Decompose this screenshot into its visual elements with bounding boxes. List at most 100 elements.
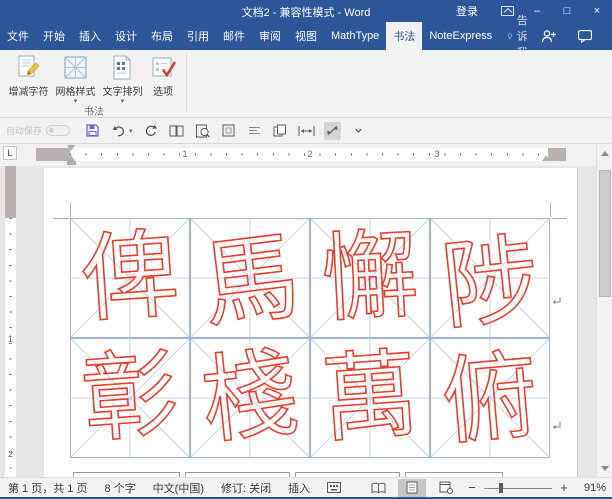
track-changes-indicator[interactable]: 修订: 关闭 [221,480,271,496]
calligraphy-character: 懈 [318,221,421,334]
horizontal-ruler[interactable]: 1 2 3 [36,148,566,161]
options-icon [152,57,176,78]
read-mode-view-button[interactable] [364,479,392,497]
language-indicator[interactable]: 中文(中国) [153,480,204,496]
calligraphy-cell[interactable]: 俯 [430,338,550,458]
read-mode-icon [371,482,385,493]
button-label: 文字排列 [102,87,143,98]
tab-file[interactable]: 文件 [0,22,36,50]
word-window: 文档2 - 兼容性模式 - Word 登录 – □ × 文件 开始 插入 设计 … [0,0,612,499]
undo-icon [112,125,124,136]
overlapping-pages-icon [273,124,287,137]
tab-mailings[interactable]: 邮件 [216,22,252,50]
crop-mark [552,218,567,219]
ruler-number: 2 [7,449,13,459]
page-indicator[interactable]: 第 1 页，共 1 页 [8,480,87,496]
ruler-ticks [9,218,12,477]
comments-icon[interactable] [578,29,593,43]
ribbon-group-calligraphy: 增减字符 网格样式 ▾ 文字排列 ▾ 选项 书法 [2,50,186,118]
scrollbar-thumb[interactable] [599,170,611,297]
character-width-button[interactable] [298,122,315,140]
calligraphy-cell[interactable]: 棧 [190,338,310,458]
ruler-row: L 1 2 3 [0,144,612,166]
text-arrangement-button[interactable]: 文字排列 ▾ [100,53,145,105]
redo-button[interactable] [142,122,159,140]
calligraphy-cell[interactable]: 萬 [310,338,430,458]
tab-calligraphy[interactable]: 书法 [386,22,423,50]
calligraphy-character: 俯 [437,341,544,458]
grid-style-button[interactable]: 网格样式 ▾ [53,53,98,105]
toggle-adjust-button[interactable] [323,121,341,140]
options-button[interactable]: 选项 [147,53,179,98]
paragraph-marks-button[interactable] [246,122,263,140]
tell-me[interactable]: 告诉我 [499,15,541,59]
zoom-slider-track [484,487,552,489]
web-layout-view-button[interactable] [432,479,460,497]
tab-references[interactable]: 引用 [180,22,216,50]
zoom-in-button[interactable]: + [558,480,570,495]
save-button[interactable] [84,122,101,140]
word-count[interactable]: 8 个字 [104,480,135,496]
vertical-scrollbar[interactable] [596,144,612,477]
print-preview-button[interactable] [194,122,211,140]
calligraphy-character: 棧 [196,338,304,456]
share-person-icon[interactable] [541,29,557,43]
adjust-characters-icon [18,55,40,77]
calligraphy-cell[interactable]: 懈 [310,218,430,338]
ribbon-tabs: 文件 开始 插入 设计 布局 引用 邮件 审阅 视图 MathType 书法 N… [0,15,612,59]
web-layout-icon [439,481,453,494]
vertical-ruler[interactable]: 1 2 [5,166,16,477]
button-label: 网格样式 [55,87,96,98]
tab-mathtype[interactable]: MathType [324,22,386,50]
copy-format-button[interactable] [272,122,289,140]
grid-style-icon [64,56,87,79]
insert-mode-indicator[interactable]: 插入 [288,480,310,496]
close-button[interactable]: × [582,0,612,22]
ribbon: 增减字符 网格样式 ▾ 文字排列 ▾ 选项 书法 [0,50,612,118]
maximize-button[interactable]: □ [552,0,582,22]
read-mode-button[interactable] [168,122,185,140]
zoom-slider[interactable] [484,479,552,497]
diagonal-arrows-icon [326,125,338,136]
tab-selector[interactable]: L [3,146,17,160]
zoom-level[interactable]: 91% [576,482,606,494]
paragraph-lines-icon [248,126,260,134]
calligraphy-character: 萬 [318,340,423,455]
text-arrangement-icon [113,55,131,80]
autosave-label: 自动保存 [6,126,43,136]
first-line-indent-marker[interactable] [67,145,75,151]
calligraphy-cell[interactable]: 陟 [430,218,550,342]
print-layout-view-button[interactable] [398,478,426,497]
adjust-characters-button[interactable]: 增减字符 [6,53,51,98]
undo-button[interactable] [110,122,127,140]
customize-qat-button[interactable] [350,122,367,140]
calligraphy-cell[interactable]: 彰 [70,338,190,458]
tab-design[interactable]: 设计 [108,22,144,50]
print-layout-icon [406,481,418,494]
calligraphy-grid: 俾 馬 懈 陟 彰 棧 萬 俯 [70,218,550,458]
document-page[interactable]: 俾 馬 懈 陟 彰 棧 萬 俯 [44,168,578,477]
input-panel-icon[interactable] [327,482,342,493]
scroll-up-button[interactable] [597,145,612,161]
page-borders-button[interactable] [220,122,237,140]
zoom-out-button[interactable]: − [466,480,478,495]
ribbon-group-label: 书法 [84,107,104,118]
tab-noteexpress[interactable]: NoteExpress [422,22,499,50]
tab-insert[interactable]: 插入 [72,22,108,50]
zoom-slider-thumb[interactable] [499,482,503,493]
calligraphy-cell[interactable]: 馬 [190,218,310,341]
status-bar: 第 1 页，共 1 页 8 个字 中文(中国) 修订: 关闭 插入 − + 91… [0,477,612,497]
signin-button[interactable]: 登录 [442,3,492,19]
undo-dropdown-icon[interactable]: ▾ [129,127,133,135]
button-label: 选项 [153,87,173,98]
tab-layout[interactable]: 布局 [144,22,180,50]
ruler-number: 3 [434,149,440,159]
right-indent-marker[interactable] [542,155,550,161]
autosave-toggle[interactable]: 自动保存 [6,124,71,137]
tab-home[interactable]: 开始 [36,22,72,50]
scroll-down-button[interactable] [597,460,612,476]
tab-view[interactable]: 视图 [288,22,324,50]
left-indent-marker[interactable] [66,161,76,165]
calligraphy-cell[interactable]: 俾 [70,218,190,338]
tab-review[interactable]: 审阅 [252,22,288,50]
